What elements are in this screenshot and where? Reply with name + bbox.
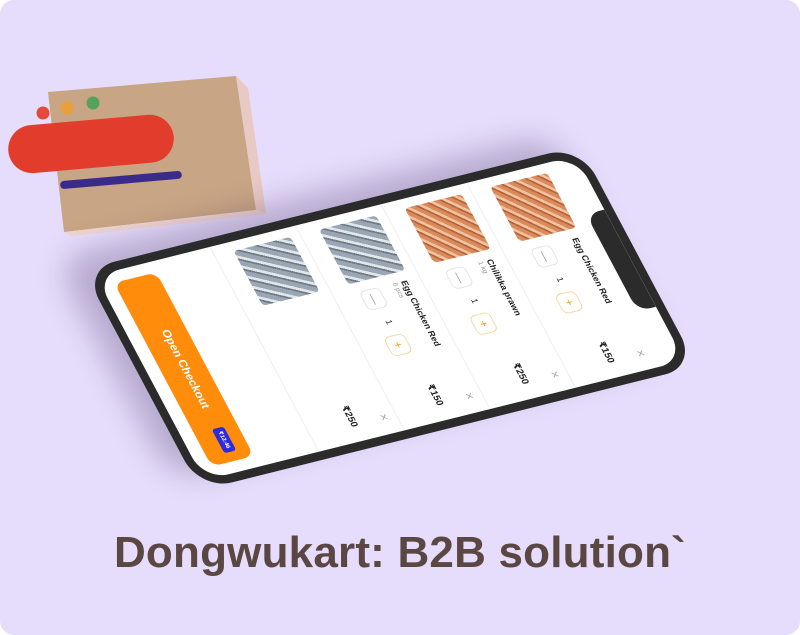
quantity-stepper: — 1 + xyxy=(529,244,585,315)
increase-quantity-button[interactable]: + xyxy=(468,311,499,336)
quantity-value: 1 xyxy=(383,318,395,326)
green-dot-icon xyxy=(86,96,100,110)
product-image xyxy=(233,236,320,306)
open-checkout-button[interactable]: Open Checkout ₹12.46 xyxy=(113,272,254,467)
product-price: ₹150 xyxy=(424,383,446,407)
yellow-dot-icon xyxy=(60,101,74,115)
decrease-quantity-button[interactable]: — xyxy=(358,286,389,312)
remove-item-icon[interactable]: ✕ xyxy=(633,349,647,359)
product-image xyxy=(404,194,491,264)
quantity-stepper: — 1 + xyxy=(358,286,414,358)
quantity-stepper: — 1 + xyxy=(443,265,499,336)
product-image xyxy=(490,172,577,242)
quantity-value: 1 xyxy=(554,276,567,283)
remove-item-icon[interactable]: ✕ xyxy=(547,370,561,380)
red-dot-icon xyxy=(36,106,50,120)
product-price: ₹250 xyxy=(338,404,360,429)
increase-quantity-button[interactable]: + xyxy=(382,332,414,358)
decrease-quantity-button[interactable]: — xyxy=(443,265,475,290)
increase-quantity-button[interactable]: + xyxy=(553,290,585,315)
product-price: ₹250 xyxy=(509,362,531,386)
card-title: Dongwukart: B2B solution` xyxy=(113,528,687,577)
browser-window-illustration xyxy=(8,76,266,236)
remove-item-icon[interactable]: ✕ xyxy=(462,391,476,401)
product-price: ₹150 xyxy=(595,340,617,365)
remove-item-icon[interactable]: ✕ xyxy=(376,413,390,423)
product-image xyxy=(319,215,406,285)
quantity-value: 1 xyxy=(468,297,481,305)
decrease-quantity-button[interactable]: — xyxy=(529,244,561,269)
project-card[interactable]: Egg Chicken Red —1 + ₹150 ✕ Chilikka prawn 1 k… xyxy=(0,0,800,635)
